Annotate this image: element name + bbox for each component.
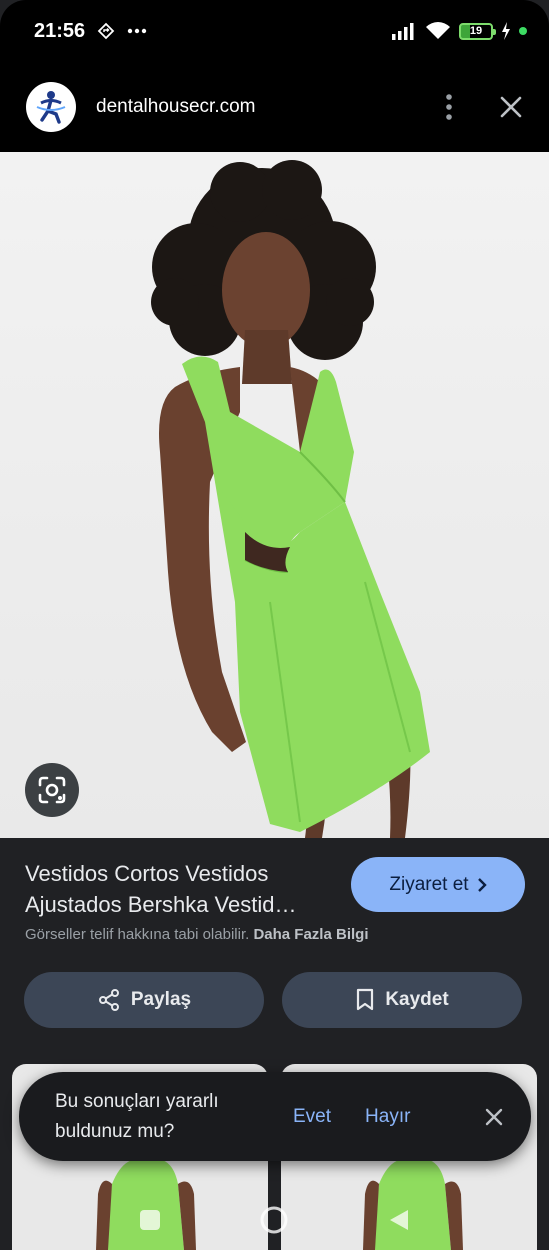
save-label: Kaydet [385,989,449,1010]
feedback-yes-button[interactable]: Evet [293,1106,331,1128]
copyright-text: Görseller telif hakkına tabi olabilir. [25,926,250,943]
recent-apps-icon[interactable] [139,1209,161,1231]
visit-button[interactable]: Ziyaret et [351,857,525,912]
share-button[interactable]: Paylaş [24,972,264,1028]
lens-icon [38,776,66,804]
result-image[interactable] [0,152,549,838]
lens-search-button[interactable] [25,763,79,817]
status-bar: 21:56 19 [0,0,549,62]
battery-level: 19 [469,25,483,37]
visit-label: Ziyaret et [389,873,469,895]
charging-icon [502,22,510,40]
feedback-no-button[interactable]: Hayır [365,1106,410,1128]
clock: 21:56 [34,19,86,42]
share-label: Paylaş [130,989,192,1010]
system-nav-bar [0,1190,549,1250]
logo-figure-icon [36,91,66,124]
save-button[interactable]: Kaydet [282,972,522,1028]
site-logo-icon[interactable] [26,82,76,132]
site-header: dentalhousecr.com [0,62,549,152]
model-photo [151,160,430,838]
chevron-right-icon [477,877,487,892]
privacy-dot-icon [519,27,527,35]
site-domain[interactable]: dentalhousecr.com [96,96,256,118]
share-icon [98,989,119,1011]
battery-icon: 19 [459,22,496,40]
bookmark-icon [357,988,374,1011]
close-icon[interactable] [485,1108,503,1126]
back-icon[interactable] [388,1208,410,1232]
wifi-icon [426,22,450,39]
home-icon[interactable] [259,1205,289,1235]
more-info-link[interactable]: Daha Fazla Bilgi [253,926,368,943]
result-title[interactable]: Vestidos Cortos Vestidos Ajustados Bersh… [25,858,335,920]
navigation-icon [97,22,115,40]
more-vert-icon[interactable] [445,94,453,120]
feedback-toast: Bu sonuçları yararlı buldunuz mu? Evet H… [19,1072,531,1161]
more-dots-icon [127,28,147,34]
close-icon[interactable] [499,95,523,119]
signal-icon [392,23,414,40]
copyright-notice: Görseller telif hakkına tabi olabilir. D… [25,926,368,943]
feedback-question: Bu sonuçları yararlı buldunuz mu? [55,1090,219,1142]
